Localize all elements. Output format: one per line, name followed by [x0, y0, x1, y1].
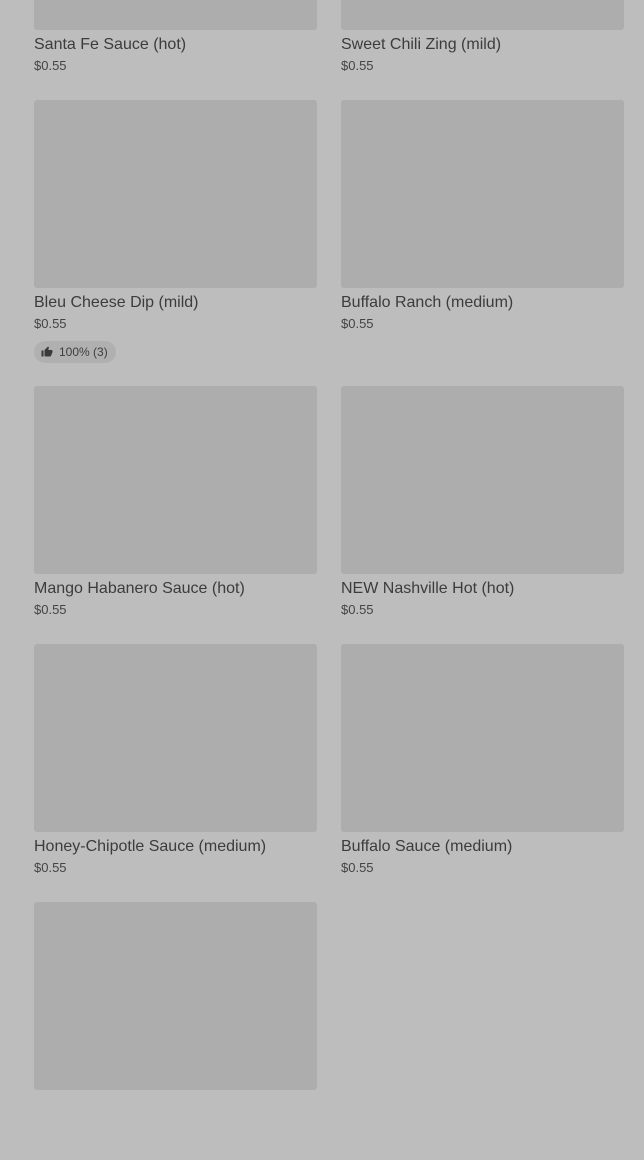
- menu-item-card[interactable]: Honey-Chipotle Sauce (medium) $0.55: [34, 644, 317, 902]
- item-name: Honey-Chipotle Sauce (medium): [34, 838, 267, 855]
- item-price: $0.55: [341, 860, 374, 875]
- item-image-placeholder: [341, 386, 624, 574]
- item-name: NEW Nashville Hot (hot): [341, 580, 515, 597]
- menu-item-grid: Santa Fe Sauce (hot) $0.55 Sweet Chili Z…: [34, 0, 624, 1160]
- item-image-placeholder: [34, 644, 317, 832]
- item-image-placeholder: [34, 386, 317, 574]
- item-image-placeholder: [341, 100, 624, 288]
- menu-item-card[interactable]: Buffalo Ranch (medium) $0.55: [341, 100, 624, 386]
- item-name: Buffalo Sauce (medium): [341, 838, 513, 855]
- menu-item-card[interactable]: Sweet Chili Zing (mild) $0.55: [341, 0, 624, 100]
- item-image-placeholder: [34, 0, 317, 30]
- item-price: $0.55: [34, 602, 67, 617]
- item-price: $0.55: [341, 316, 374, 331]
- rating-text: 100% (3): [59, 345, 108, 359]
- item-price: $0.55: [341, 602, 374, 617]
- menu-item-card[interactable]: Mango Habanero Sauce (hot) $0.55: [34, 386, 317, 644]
- item-image-placeholder: [34, 902, 317, 1090]
- item-name: Mango Habanero Sauce (hot): [34, 580, 245, 597]
- menu-item-card[interactable]: NEW Nashville Hot (hot) $0.55: [341, 386, 624, 644]
- item-image-placeholder: [341, 644, 624, 832]
- empty-grid-cell: [341, 902, 624, 1160]
- item-name: Bleu Cheese Dip (mild): [34, 294, 199, 311]
- menu-item-card[interactable]: Bleu Cheese Dip (mild) $0.55 100% (3): [34, 100, 317, 386]
- item-name: Sweet Chili Zing (mild): [341, 36, 502, 53]
- item-price: $0.55: [34, 316, 67, 331]
- menu-item-card[interactable]: Santa Fe Sauce (hot) $0.55: [34, 0, 317, 100]
- rating-badge: 100% (3): [34, 341, 116, 363]
- item-image-placeholder: [341, 0, 624, 30]
- item-price: $0.55: [341, 58, 374, 73]
- menu-item-card[interactable]: Buffalo Sauce (medium) $0.55: [341, 644, 624, 902]
- item-price: $0.55: [34, 58, 67, 73]
- item-image-placeholder: [34, 100, 317, 288]
- menu-item-card[interactable]: [34, 902, 317, 1160]
- item-name: Santa Fe Sauce (hot): [34, 36, 187, 53]
- thumbs-up-icon: [41, 346, 53, 358]
- item-name: Buffalo Ranch (medium): [341, 294, 514, 311]
- item-price: $0.55: [34, 860, 67, 875]
